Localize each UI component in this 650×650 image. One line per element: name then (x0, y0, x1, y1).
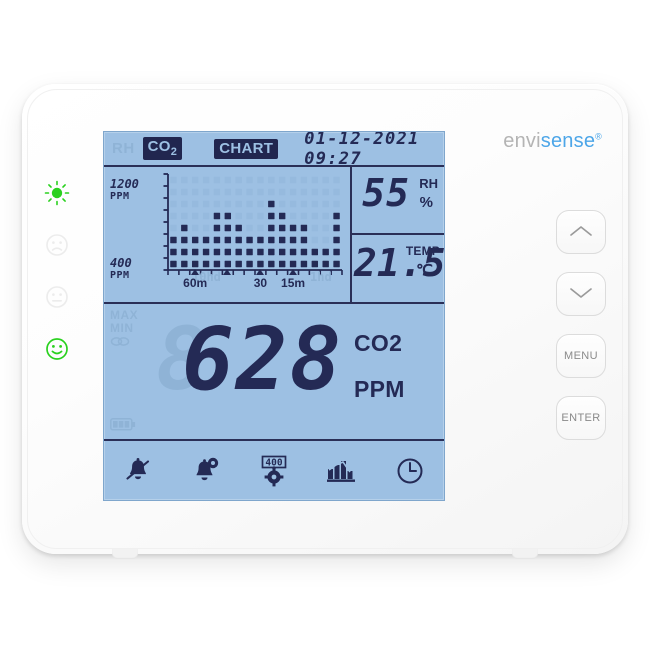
rh-mode-indicator: RH (112, 140, 135, 157)
air-quality-medium-led (44, 284, 70, 310)
link-icon (110, 336, 138, 350)
humidity-value: 55 (362, 171, 410, 215)
down-button[interactable] (556, 272, 606, 316)
co2-monitor-device: envisense® MENU ENTER RH CO2 CHART 01-12… (22, 84, 628, 559)
chart-x-label: 15m (281, 276, 306, 290)
alarm-settings-icon[interactable] (185, 451, 227, 491)
control-button-column: MENU ENTER (556, 210, 606, 440)
co2-mode-tag: CO2 (142, 137, 183, 160)
calibration-icon[interactable]: 400 (253, 451, 295, 491)
menu-button[interactable]: MENU (556, 334, 606, 378)
chevron-down-icon (569, 286, 593, 303)
min-indicator: MIN (110, 321, 134, 335)
device-foot-right (512, 549, 538, 559)
co2-value: 628 (182, 310, 344, 410)
alarm-off-icon[interactable] (117, 451, 159, 491)
lcd-display: RH CO2 CHART 01-12-2021 09:27 1200 PPM 40… (103, 131, 445, 501)
chart-icon[interactable] (321, 451, 363, 491)
brightness-led (44, 180, 70, 206)
chart-x-label: 30 (253, 276, 268, 290)
main-co2-readout: MAX MIN 8 628 CO2 PPM (104, 303, 444, 440)
brand-logo: envisense® (503, 130, 602, 153)
registered-trademark-symbol: ® (595, 131, 602, 142)
battery-icon (110, 418, 136, 436)
chart-y-min-label: 400 PPM (110, 256, 132, 281)
chart-x-label: 60m (183, 276, 208, 290)
chart-x-axis-labels: 60m 30 15m (154, 269, 344, 290)
air-quality-bad-led (44, 232, 70, 258)
co2-label: CO2 (354, 330, 403, 356)
humidity-unit-label: RH (419, 176, 438, 191)
enter-button[interactable]: ENTER (556, 396, 606, 440)
lcd-status-bar: RH CO2 CHART 01-12-2021 09:27 (104, 132, 444, 169)
up-button[interactable] (556, 210, 606, 254)
air-quality-good-led (44, 336, 70, 362)
brand-name-part1: envi (503, 130, 541, 152)
humidity-readout: 55 RH % (351, 166, 444, 233)
chart-x-marker (255, 269, 264, 275)
device-foot-left (112, 549, 138, 559)
chart-x-marker (223, 269, 232, 275)
brand-name-part2: sense (540, 130, 596, 152)
chart-mode-tag: CHART (214, 138, 279, 159)
temperature-unit-symbol: ℃ (416, 262, 433, 279)
clock-icon[interactable] (389, 451, 431, 491)
menu-button-label: MENU (564, 350, 598, 362)
humidity-unit-symbol: % (419, 194, 433, 211)
divider-bottom (104, 439, 444, 441)
chevron-up-icon (569, 224, 593, 241)
chart-x-marker (288, 269, 297, 275)
temperature-unit-label: TEMP (405, 244, 440, 258)
enter-button-label: ENTER (561, 412, 601, 424)
co2-trend-chart: 1200 PPM 400 PPM 10hd 1hd 60m 30 15m (104, 166, 350, 302)
chart-y-max-label: 1200 PPM (110, 177, 139, 202)
chart-x-marker (190, 269, 199, 275)
temperature-readout: 21.5 TEMP ℃ (351, 234, 444, 302)
led-indicator-column (44, 180, 70, 362)
lcd-icon-bar: 400 (104, 442, 444, 500)
co2-unit: PPM (354, 376, 405, 402)
datetime-readout: 01-12-2021 09:27 (304, 131, 420, 169)
